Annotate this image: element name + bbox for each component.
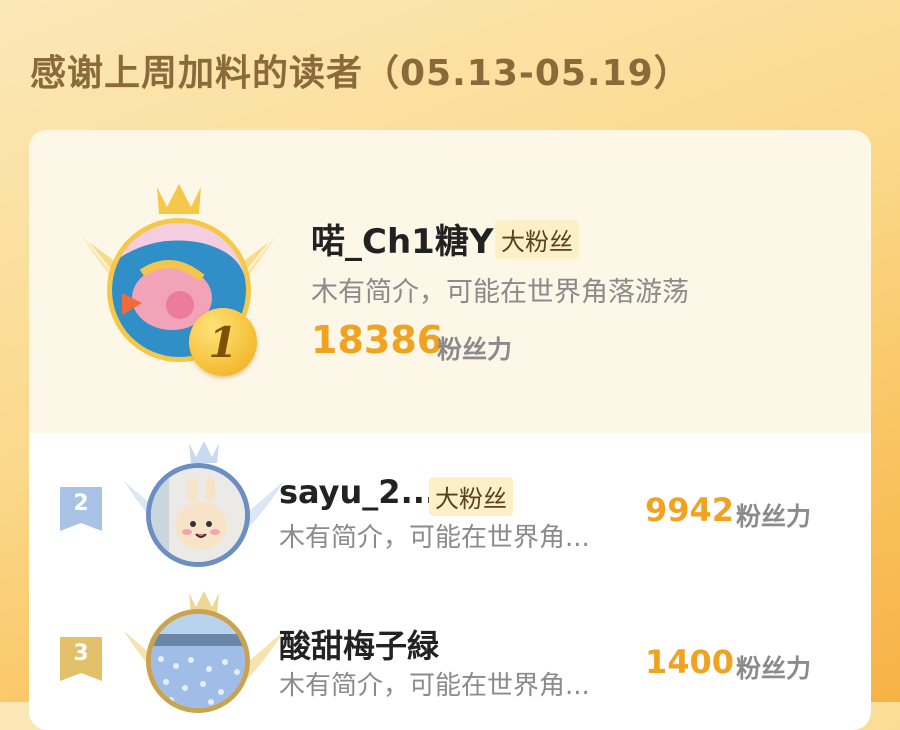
fan-power-label: 粉丝力 (736, 502, 812, 531)
rank-row[interactable]: 3 酸甜梅子緑 木有简介，可能在世界角... 1400 粉丝力 (29, 585, 871, 730)
fan-power-label: 粉丝力 (736, 654, 812, 683)
avatar[interactable] (146, 463, 250, 567)
fan-power-score: 9942 (645, 491, 735, 529)
page-title: 感谢上周加料的读者（05.13-05.19） (30, 53, 691, 94)
fan-power-score: 1400 (645, 643, 735, 681)
avatar-image (151, 468, 245, 562)
avatar[interactable] (146, 609, 250, 713)
username[interactable]: 酸甜梅子緑 (279, 621, 439, 667)
rank-number: 2 (73, 491, 89, 516)
avatar-image (151, 614, 245, 708)
username[interactable]: sayu_2... (279, 473, 437, 511)
rank-number: 3 (73, 641, 89, 666)
fan-level-badge: 大粉丝 (495, 220, 579, 259)
user-bio: 木有简介，可能在世界角... (279, 523, 590, 553)
fan-power-score: 18386 (311, 318, 444, 362)
username[interactable]: 喏_Ch1糖Y (311, 214, 493, 263)
rank-row[interactable]: 2 sayu_2... 大粉丝 木有简介，可能在世界角... 9942 粉丝力 (29, 433, 871, 583)
rank-badge: 1 (189, 308, 257, 376)
ranking-card: 1 喏_Ch1糖Y 大粉丝 木有简介，可能在世界角落游荡 18386 粉丝力 2 (29, 130, 871, 730)
rank-1-section[interactable]: 1 喏_Ch1糖Y 大粉丝 木有简介，可能在世界角落游荡 18386 粉丝力 (29, 130, 871, 433)
user-bio: 木有简介，可能在世界角... (279, 671, 590, 701)
user-bio: 木有简介，可能在世界角落游荡 (311, 277, 689, 308)
fan-level-badge: 大粉丝 (429, 477, 513, 516)
fan-power-label: 粉丝力 (437, 335, 513, 364)
